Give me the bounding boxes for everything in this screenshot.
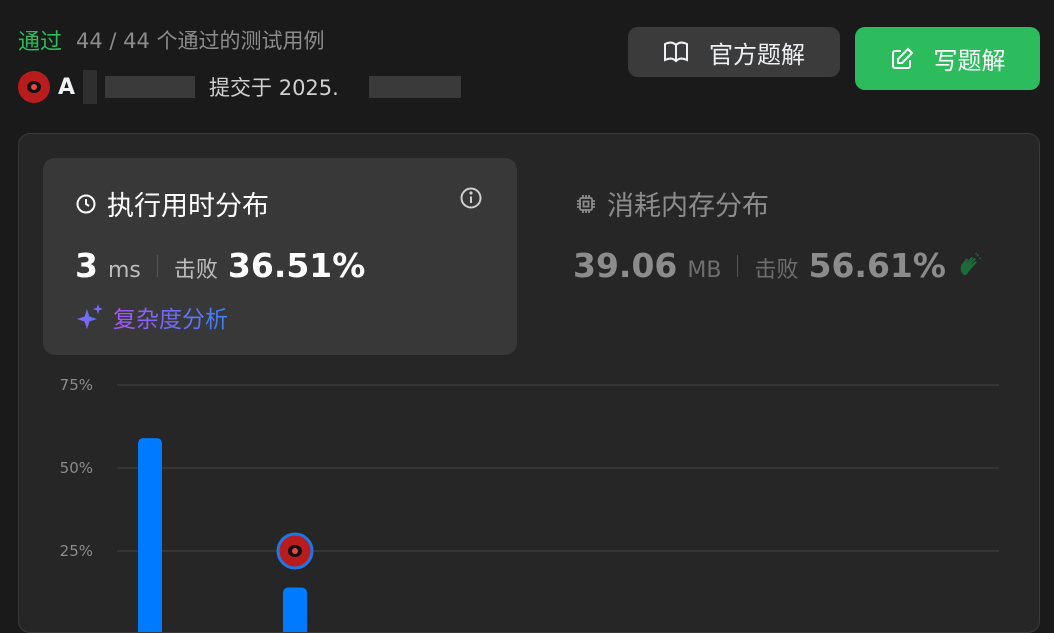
runtime-beat-value: 36.51%	[227, 246, 366, 285]
memory-unit: MB	[687, 258, 722, 283]
runtime-unit: ms	[107, 258, 141, 283]
complexity-analysis-label: 复杂度分析	[113, 300, 228, 334]
memory-card[interactable]: 消耗内存分布 39.06 MB 击败 56.61%	[565, 158, 1015, 355]
runtime-distribution-chart: 75% 50% 25%	[60, 376, 999, 633]
write-solution-button[interactable]: 写题解	[855, 27, 1040, 90]
runtime-beat-label: 击败	[173, 258, 218, 283]
user-position-marker[interactable]	[276, 532, 314, 570]
distribution-bar[interactable]	[138, 438, 162, 633]
redacted-block	[105, 76, 196, 98]
chip-icon	[577, 194, 595, 213]
clock-icon	[76, 194, 96, 213]
divider	[156, 254, 158, 277]
submitted-time: 提交于 2025.	[209, 76, 339, 100]
runtime-card[interactable]: 执行用时分布 3 ms 击败 36.51% 复杂度分析	[43, 158, 517, 355]
redacted-block	[368, 76, 461, 98]
status-line: 通过 44 / 44 个通过的测试用例	[18, 25, 325, 55]
runtime-value: 3	[75, 246, 98, 285]
submission-header: 通过 44 / 44 个通过的测试用例 A 提交于 2025. 官方题解 写题解	[0, 0, 1054, 130]
clap-icon	[960, 252, 982, 275]
stats-panel: 执行用时分布 3 ms 击败 36.51% 复杂度分析 消耗内存分布 39.06…	[18, 133, 1040, 633]
official-solution-button[interactable]: 官方题解	[628, 27, 840, 77]
memory-title: 消耗内存分布	[575, 184, 769, 223]
memory-value: 39.06	[573, 246, 678, 285]
redacted-block	[83, 70, 98, 104]
complexity-analysis-link[interactable]: 复杂度分析	[75, 300, 228, 334]
book-icon	[664, 41, 688, 63]
memory-beat-label: 击败	[754, 258, 799, 283]
sparkle-icon	[77, 304, 103, 329]
info-icon[interactable]	[459, 186, 483, 210]
username[interactable]: A	[58, 75, 75, 100]
divider	[737, 254, 739, 277]
y-tick-label: 25%	[60, 542, 93, 560]
runtime-metric: 3 ms 击败 36.51%	[75, 246, 365, 285]
avatar[interactable]	[18, 71, 50, 103]
official-solution-label: 官方题解	[709, 40, 805, 69]
user-line: A 提交于 2025.	[18, 70, 461, 104]
memory-metric: 39.06 MB 击败 56.61%	[573, 246, 982, 285]
memory-beat-value: 56.61%	[808, 246, 946, 285]
y-tick-label: 50%	[60, 459, 93, 477]
distribution-bar[interactable]	[283, 587, 307, 633]
status-accepted: 通过	[18, 30, 63, 55]
edit-icon	[891, 47, 913, 69]
testcase-count: 44 / 44 个通过的测试用例	[76, 29, 325, 53]
runtime-title: 执行用时分布	[75, 184, 269, 223]
y-tick-label: 75%	[60, 376, 93, 394]
write-solution-label: 写题解	[933, 47, 1006, 75]
